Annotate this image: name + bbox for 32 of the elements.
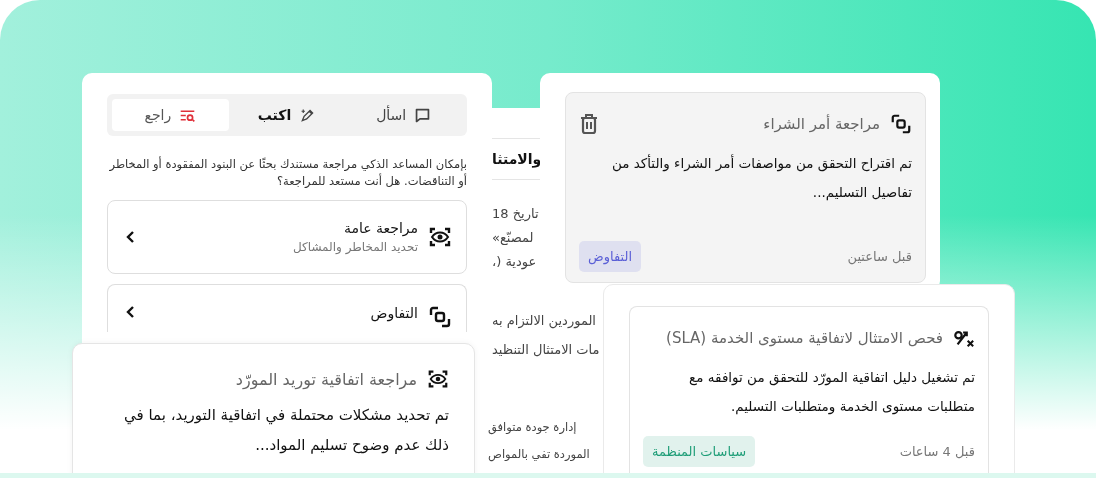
link-squares-icon <box>890 113 912 135</box>
card-title: مراجعة اتفاقية توريد المورّد <box>235 369 417 389</box>
review-option[interactable]: التفاوض <box>107 284 467 332</box>
delete-icon[interactable] <box>579 113 599 135</box>
document-text: الموردة تفي بالمواص <box>488 447 590 461</box>
timestamp: قبل ساعتين <box>847 249 912 264</box>
card-text: تم تشغيل دليل اتفاقية المورّد للتحقق من توافقه مع متطلبات مستوى الخدمة ومتطلبات التسليم. <box>688 368 975 417</box>
eye-scan-icon <box>428 225 452 249</box>
document-heading: والامتثا <box>492 151 542 167</box>
review-option[interactable]: مراجعة عامة تحديد المخاطر والمشاكل <box>107 200 467 274</box>
document-text: الموردين الالتزام به <box>492 313 596 328</box>
document-text: لمصنّع» <box>492 230 534 245</box>
card-text: تم اقتراح التحقق من مواصفات أمر الشراء والتأكد من تفاصيل التسليم... <box>610 153 912 203</box>
chevron-icon <box>126 230 136 244</box>
card-title: فحص الامتثال لاتفاقية مستوى الخدمة (SLA) <box>666 329 943 347</box>
tab[interactable]: اكتب <box>228 99 346 131</box>
intro-text: بإمكان المساعد الذكي مراجعة مستندك بحثًا عن البنود المفقودة أو المخاطر أو التناقضات. هل أنت مستعد للمراجعة؟ <box>108 156 467 190</box>
document-text: عودية (، <box>492 254 537 269</box>
timestamp: قبل 4 ساعات <box>899 444 975 459</box>
tab[interactable]: اسأل <box>345 99 462 131</box>
card-text: تم تحديد مشكلات محتملة في اتفاقية التوريد، بما في ذلك عدم وضوح تسليم المواد... <box>123 405 449 456</box>
document-text: مات الامتثال التنظيد <box>492 342 600 357</box>
tab[interactable]: راجع <box>112 99 229 131</box>
tag: التفاوض <box>579 241 642 272</box>
chat-icon <box>414 106 432 124</box>
card-title: مراجعة أمر الشراء <box>763 115 880 133</box>
document-text: تاريخ 18 <box>492 206 539 221</box>
tag: سياسات المنظمة <box>643 436 756 467</box>
eye-scan-icon <box>427 368 449 390</box>
chevron-icon <box>126 305 136 319</box>
link-squares-icon <box>428 305 452 329</box>
document-text: إدارة جودة متوافق <box>488 420 577 434</box>
